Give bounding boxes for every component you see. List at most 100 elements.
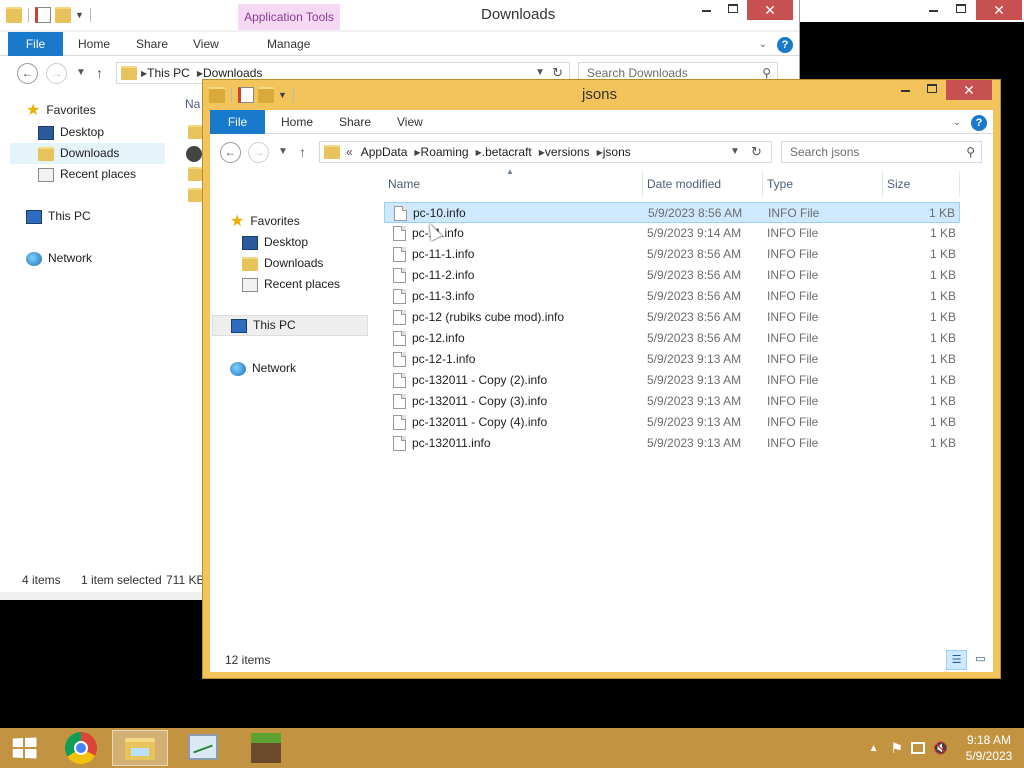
column-header-name[interactable]: Na — [185, 97, 200, 111]
tab-manage[interactable]: Manage — [267, 32, 310, 56]
file-row[interactable]: pc-11-3.info 5/9/2023 8:56 AM INFO File 1 K… — [384, 286, 960, 307]
action-center-flag-icon[interactable]: ⚑ — [890, 740, 903, 757]
forward-button[interactable]: → — [46, 63, 67, 84]
details-view-button[interactable]: ☰ — [946, 650, 967, 670]
nav-desktop[interactable]: Desktop — [242, 232, 308, 253]
tab-view[interactable]: View — [193, 32, 219, 56]
downloads-titlebar[interactable]: ▼ Application Tools Downloads ✕ — [0, 0, 799, 30]
nav-network[interactable]: Network — [230, 358, 296, 379]
column-header-date[interactable]: Date modified — [643, 171, 763, 197]
network-tray-icon[interactable] — [911, 742, 926, 754]
nav-desktop[interactable]: Desktop — [38, 122, 104, 143]
file-row[interactable]: pc-132011.info 5/9/2023 9:13 AM INFO File 1… — [384, 433, 960, 454]
help-icon[interactable]: ? — [971, 115, 987, 131]
refresh-icon[interactable]: ↻ — [751, 143, 762, 161]
forward-button[interactable]: → — [248, 142, 269, 163]
expand-ribbon-icon[interactable]: ⌄ — [951, 117, 963, 129]
properties-icon[interactable] — [238, 87, 254, 103]
file-row[interactable]: pc-132011 - Copy (4).info 5/9/2023 9:13 A… — [384, 412, 960, 433]
file-row[interactable]: pc-132011 - Copy (3).info 5/9/2023 9:13 A… — [384, 391, 960, 412]
large-icons-view-button[interactable]: ▭ — [970, 650, 991, 670]
file-type: INFO File — [767, 247, 819, 261]
new-folder-icon[interactable] — [55, 7, 71, 23]
qat-dropdown-icon[interactable]: ▼ — [75, 10, 84, 20]
taskbar-performance-monitor[interactable] — [175, 730, 231, 766]
maximize-button[interactable] — [720, 0, 747, 20]
taskbar-chrome[interactable] — [53, 730, 109, 766]
tab-home[interactable]: Home — [78, 32, 110, 56]
volume-muted-icon[interactable]: 🔇 — [933, 741, 948, 755]
recent-locations-icon[interactable]: ▼ — [76, 64, 86, 82]
up-button[interactable]: ↑ — [299, 143, 306, 161]
address-dropdown-icon[interactable]: ▼ — [535, 67, 545, 78]
breadcrumb-downloads[interactable]: Downloads — [203, 66, 262, 80]
file-icon — [393, 247, 406, 262]
file-row[interactable]: pc-11-1.info 5/9/2023 8:56 AM INFO File 1 K… — [384, 244, 960, 265]
address-dropdown-icon[interactable]: ▼ — [730, 143, 740, 161]
application-tools-context: Application Tools — [238, 4, 340, 30]
clock[interactable]: 9:18 AM 5/9/2023 — [954, 732, 1024, 764]
nav-this-pc[interactable]: This PC — [26, 206, 91, 227]
nav-recent-places[interactable]: Recent places — [38, 164, 136, 185]
new-folder-icon[interactable] — [258, 87, 274, 103]
nav-downloads[interactable]: Downloads — [10, 143, 165, 164]
tab-share[interactable]: Share — [136, 32, 168, 56]
tab-share[interactable]: Share — [339, 110, 371, 134]
nav-downloads[interactable]: Downloads — [242, 253, 323, 274]
file-row[interactable]: pc-11.info 5/9/2023 9:14 AM INFO File 1 KB — [384, 223, 960, 244]
nav-favorites[interactable]: ★ Favorites — [230, 211, 300, 232]
maximize-button[interactable] — [919, 80, 946, 100]
close-button[interactable]: ✕ — [976, 0, 1022, 20]
file-row[interactable]: pc-12-1.info 5/9/2023 9:13 AM INFO File 1 K… — [384, 349, 960, 370]
tab-view[interactable]: View — [397, 110, 423, 134]
properties-icon[interactable] — [35, 7, 51, 23]
show-hidden-icons[interactable]: ▲ — [869, 743, 879, 754]
restore-button[interactable] — [948, 0, 975, 20]
close-button[interactable]: ✕ — [747, 0, 793, 20]
application-icon — [186, 146, 202, 162]
jsons-titlebar[interactable]: ▼ jsons ✕ — [203, 80, 1000, 110]
column-header-size[interactable]: Size — [883, 171, 960, 197]
back-button[interactable]: ← — [17, 63, 38, 84]
file-type: INFO File — [767, 268, 819, 282]
file-icon — [393, 331, 406, 346]
nav-network[interactable]: Network — [26, 248, 92, 269]
search-input[interactable]: Search jsons ⚲ — [781, 141, 982, 163]
downloads-folder-icon — [38, 146, 54, 161]
breadcrumb-roaming[interactable]: Roaming — [421, 145, 469, 159]
tab-file[interactable]: File — [210, 110, 265, 134]
start-button[interactable] — [0, 728, 48, 768]
qat-dropdown-icon[interactable]: ▼ — [278, 90, 287, 100]
breadcrumb-overflow[interactable]: « — [346, 145, 353, 159]
minimize-button[interactable] — [920, 0, 947, 20]
file-row[interactable]: pc-10.info 5/9/2023 8:56 AM INFO File 1 KB — [384, 202, 960, 223]
breadcrumb-versions[interactable]: versions — [545, 145, 590, 159]
breadcrumb-appdata[interactable]: AppData — [361, 145, 408, 159]
file-row[interactable]: pc-11-2.info 5/9/2023 8:56 AM INFO File 1 K… — [384, 265, 960, 286]
file-row[interactable]: pc-132011 - Copy (2).info 5/9/2023 9:13 A… — [384, 370, 960, 391]
tab-file[interactable]: File — [8, 32, 63, 56]
nav-favorites[interactable]: ★ Favorites — [26, 100, 96, 121]
breadcrumb-jsons[interactable]: jsons — [603, 145, 631, 159]
file-row[interactable]: pc-12.info 5/9/2023 8:56 AM INFO File 1 KB — [384, 328, 960, 349]
tab-home[interactable]: Home — [281, 110, 313, 134]
minimize-button[interactable] — [693, 0, 720, 20]
nav-this-pc[interactable]: This PC — [212, 315, 368, 336]
taskbar: ▲ ⚑ 🔇 9:18 AM 5/9/2023 — [0, 728, 1024, 768]
taskbar-minecraft[interactable] — [238, 730, 294, 766]
breadcrumb-this-pc[interactable]: This PC — [147, 66, 190, 80]
breadcrumb-betacraft[interactable]: .betacraft — [482, 145, 532, 159]
file-icon — [393, 352, 406, 367]
file-row[interactable]: pc-12 (rubiks cube mod).info 5/9/2023 8:5… — [384, 307, 960, 328]
recent-locations-icon[interactable]: ▼ — [278, 143, 288, 161]
close-button[interactable]: ✕ — [946, 80, 992, 100]
up-button[interactable]: ↑ — [96, 64, 103, 82]
address-bar[interactable]: « AppData ▶ Roaming ▶ .betacraft ▶ versi… — [319, 141, 772, 163]
taskbar-file-explorer[interactable] — [112, 730, 168, 766]
back-button[interactable]: ← — [220, 142, 241, 163]
minimize-button[interactable] — [892, 80, 919, 100]
nav-recent-places[interactable]: Recent places — [242, 274, 340, 295]
column-header-type[interactable]: Type — [763, 171, 883, 197]
expand-ribbon-icon[interactable]: ⌄ — [757, 39, 769, 51]
help-icon[interactable]: ? — [777, 37, 793, 53]
